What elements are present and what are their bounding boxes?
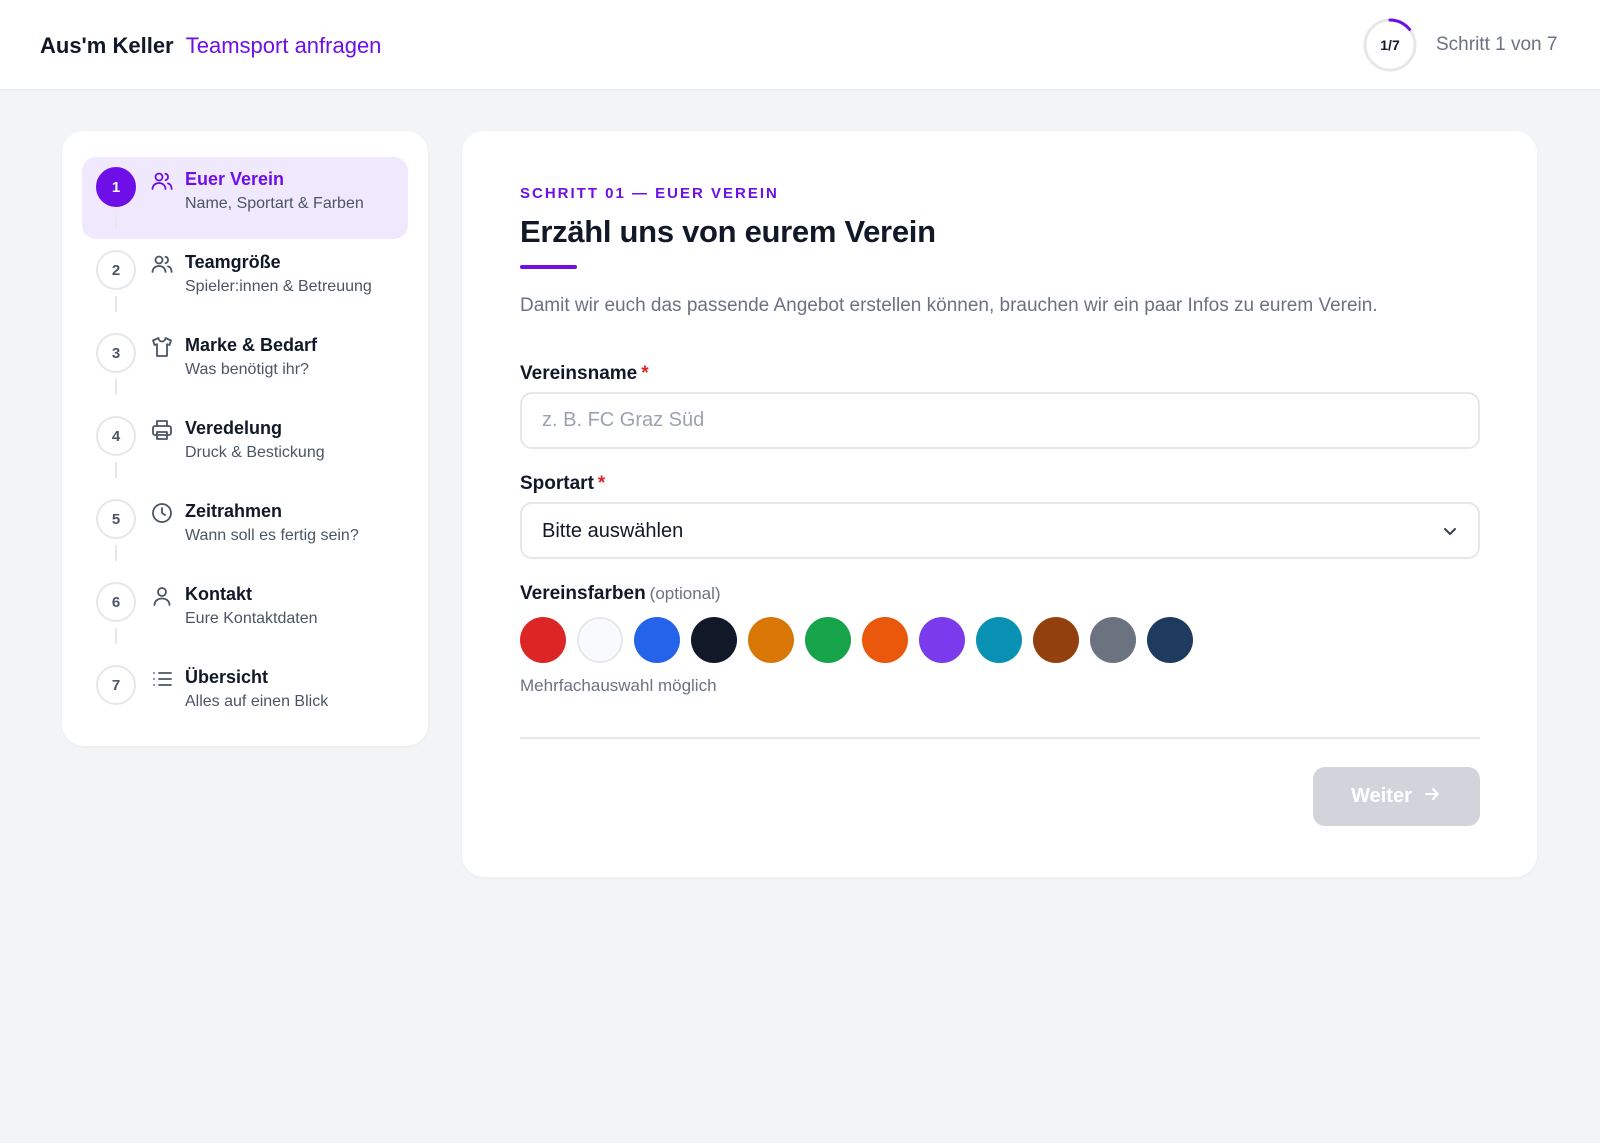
form-card: SCHRITT 01 — EUER VEREIN Erzähl uns von … <box>462 131 1537 877</box>
step-number: 7 <box>96 665 136 705</box>
club-colors-label: Vereinsfarben (optional) <box>520 583 721 605</box>
step-3-marke-bedarf[interactable]: 3 Marke & Bedarf Was benötigt ihr? <box>82 323 408 405</box>
optional-marker: (optional) <box>649 584 721 603</box>
step-description: Was benötigt ihr? <box>185 361 309 378</box>
step-number: 1 <box>96 167 136 207</box>
color-swatch[interactable] <box>1090 617 1136 663</box>
required-marker: * <box>597 473 606 494</box>
step-eyebrow: SCHRITT 01 — EUER VEREIN <box>520 185 779 202</box>
club-colors-label-text: Vereinsfarben <box>520 583 646 604</box>
color-swatch[interactable] <box>748 617 794 663</box>
color-swatch[interactable] <box>577 617 623 663</box>
color-swatch[interactable] <box>862 617 908 663</box>
step-title: Teamgröße <box>185 252 281 272</box>
next-button-label: Weiter <box>1351 785 1412 807</box>
color-swatch[interactable] <box>1147 617 1193 663</box>
step-7-uebersicht[interactable]: 7 Übersicht Alles auf einen Blick <box>82 655 408 737</box>
intro-text: Damit wir euch das passende Angebot erst… <box>520 295 1378 316</box>
step-number: 6 <box>96 582 136 622</box>
clock-icon <box>150 501 174 525</box>
top-bar: Aus'm Keller Teamsport anfragen 1/7 Schr… <box>0 0 1600 90</box>
step-connector <box>115 545 117 561</box>
users-icon <box>150 169 174 193</box>
next-button[interactable]: Weiter <box>1313 767 1480 826</box>
step-number: 4 <box>96 416 136 456</box>
step-4-veredelung[interactable]: 4 Veredelung Druck & Bestickung <box>82 406 408 488</box>
sport-label: Sportart * <box>520 473 605 495</box>
step-connector <box>115 213 117 229</box>
club-name-label: Vereinsname * <box>520 363 649 385</box>
step-5-zeitrahmen[interactable]: 5 Zeitrahmen Wann soll es fertig sein? <box>82 489 408 571</box>
printer-icon <box>150 418 174 442</box>
title-underline <box>520 265 577 269</box>
sport-label-text: Sportart <box>520 473 594 494</box>
progress-ring: 1/7 <box>1362 17 1418 73</box>
page-title: Erzähl uns von eurem Verein <box>520 214 936 249</box>
club-name-label-text: Vereinsname <box>520 363 638 384</box>
color-swatch[interactable] <box>520 617 566 663</box>
color-swatch[interactable] <box>919 617 965 663</box>
step-description: Alles auf einen Blick <box>185 693 329 710</box>
step-connector <box>115 296 117 312</box>
step-connector <box>115 628 117 644</box>
color-swatch[interactable] <box>805 617 851 663</box>
step-number: 2 <box>96 250 136 290</box>
color-swatch[interactable] <box>634 617 680 663</box>
club-name-input[interactable] <box>520 392 1480 449</box>
step-title: Zeitrahmen <box>185 501 283 521</box>
step-number: 3 <box>96 333 136 373</box>
sport-select[interactable]: Bitte auswählen <box>520 502 1480 559</box>
multi-select-hint: Mehrfachauswahl möglich <box>520 676 717 695</box>
step-navigation: 1 Euer Verein Name, Sportart & Farben 2 … <box>62 131 428 746</box>
color-swatch[interactable] <box>1033 617 1079 663</box>
color-swatch[interactable] <box>691 617 737 663</box>
users-icon <box>150 252 174 276</box>
step-connector <box>115 379 117 395</box>
brand-subtitle: Teamsport anfragen <box>185 33 382 58</box>
step-6-kontakt[interactable]: 6 Kontakt Eure Kontaktdaten <box>82 572 408 654</box>
step-title: Marke & Bedarf <box>185 335 318 355</box>
shirt-icon <box>150 335 174 359</box>
step-title: Kontakt <box>185 584 252 604</box>
step-title: Übersicht <box>185 667 269 687</box>
step-description: Wann soll es fertig sein? <box>185 527 359 544</box>
brand: Aus'm Keller Teamsport anfragen <box>40 33 381 59</box>
form-divider <box>520 737 1480 739</box>
progress-label: 1/7 <box>1380 37 1400 53</box>
list-icon <box>150 667 174 691</box>
brand-name: Aus'm Keller <box>40 33 174 58</box>
chevron-down-icon <box>1440 521 1460 541</box>
step-1-euer-verein[interactable]: 1 Euer Verein Name, Sportart & Farben <box>82 157 408 239</box>
sport-select-value: Bitte auswählen <box>542 520 684 542</box>
step-description: Name, Sportart & Farben <box>185 195 364 212</box>
arrow-right-icon <box>1422 784 1442 810</box>
step-description: Druck & Bestickung <box>185 444 325 461</box>
step-description: Eure Kontaktdaten <box>185 610 318 627</box>
required-marker: * <box>641 363 649 384</box>
step-title: Euer Verein <box>185 169 285 189</box>
step-title: Veredelung <box>185 418 283 438</box>
step-description: Spieler:innen & Betreuung <box>185 278 372 295</box>
user-icon <box>150 584 174 608</box>
step-counter: Schritt 1 von 7 <box>1436 34 1558 55</box>
step-2-teamgroesse[interactable]: 2 Teamgröße Spieler:innen & Betreuung <box>82 240 408 322</box>
step-number: 5 <box>96 499 136 539</box>
step-connector <box>115 462 117 478</box>
color-swatch[interactable] <box>976 617 1022 663</box>
